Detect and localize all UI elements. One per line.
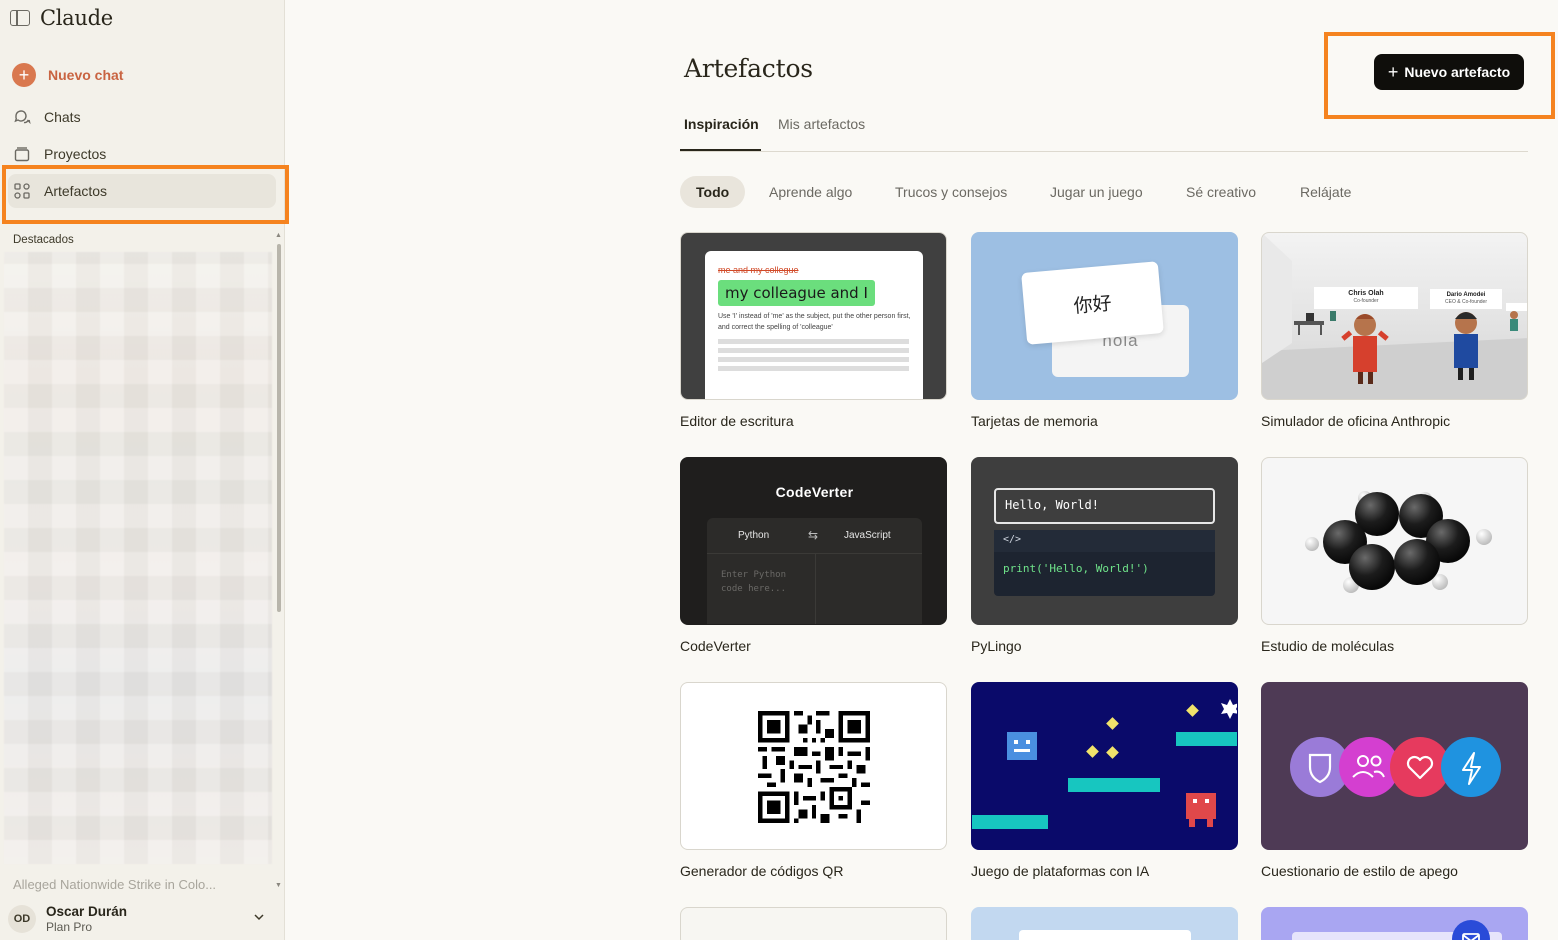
sidebar-toggle-icon[interactable] [10, 10, 30, 26]
filter-learn[interactable]: Aprende algo [753, 176, 868, 208]
artifacts-grid-icon [12, 181, 32, 201]
sidebar-item-label: Chats [44, 109, 81, 125]
target-language: JavaScript [844, 530, 891, 541]
user-menu[interactable]: OD Oscar Durán Plan Pro [0, 898, 284, 940]
source-language: Python [738, 530, 770, 541]
office-sign-2: Dario Amodei [1446, 292, 1486, 298]
correction-note: Use 'I' instead of 'me' as the subject, … [718, 313, 911, 331]
card-pylingo[interactable]: Hello, World! </> print('Hello, World!') [971, 457, 1238, 625]
sidebar-scrollbar[interactable]: ▲ ▼ [275, 232, 283, 892]
new-artifact-button[interactable]: + Nuevo artefacto [1374, 54, 1524, 90]
recent-chat-item[interactable]: Alleged Nationwide Strike in Colo... [13, 877, 253, 892]
qr-code-illustration [758, 711, 870, 823]
molecule-illustration [1305, 491, 1492, 593]
card-label: Cuestionario de estilo de apego [1261, 863, 1458, 879]
filter-all[interactable]: Todo [680, 176, 746, 208]
office-sign-2-sub: CEO & Co-founder [1445, 299, 1487, 305]
tab-inspiration[interactable]: Inspiración [684, 116, 759, 132]
card-partial-3[interactable] [1261, 907, 1528, 940]
card-qr-generator[interactable] [680, 682, 947, 850]
filter-game[interactable]: Jugar un juego [1034, 176, 1159, 208]
strike-text: me and my collegue [718, 265, 799, 275]
card-label: Editor de escritura [680, 413, 794, 429]
mail-icon [1452, 920, 1490, 940]
sidebar-item-artifacts[interactable]: Artefactos [8, 174, 276, 208]
filter-tips[interactable]: Trucos y consejos [879, 176, 1023, 208]
chat-bubbles-icon [12, 107, 32, 127]
card-platform-game[interactable] [971, 682, 1238, 850]
new-chat-label: Nuevo chat [48, 67, 124, 83]
folder-stack-icon [12, 144, 32, 164]
filter-creative[interactable]: Sé creativo [1170, 176, 1272, 208]
scroll-down-icon[interactable]: ▼ [275, 882, 282, 889]
card-partial-2[interactable] [971, 907, 1238, 940]
sidebar-header: Claude [10, 6, 113, 30]
card-label: Juego de plataformas con IA [971, 863, 1150, 879]
card-molecule-studio[interactable] [1261, 457, 1528, 625]
filter-relax[interactable]: Relájate [1284, 176, 1367, 208]
office-scene-illustration [1262, 233, 1527, 399]
blurred-chat-list [4, 252, 272, 864]
page-title: Artefactos [684, 54, 813, 83]
scroll-thumb[interactable] [277, 244, 281, 612]
new-chat-button[interactable]: + Nuevo chat [8, 58, 276, 92]
chevron-down-icon [254, 914, 264, 921]
tab-bar: Inspiración Mis artefactos [680, 108, 1528, 152]
attachment-quiz-illustration [1290, 737, 1501, 797]
brand-logo: Claude [40, 6, 113, 30]
sidebar: Claude + Nuevo chat Chats Proyectos Arte… [0, 0, 285, 940]
card-label: CodeVerter [680, 638, 751, 654]
card-flashcards[interactable]: hola 你好 [971, 232, 1238, 400]
card-label: Generador de códigos QR [680, 863, 844, 879]
section-label-starred: Destacados [13, 234, 74, 246]
new-artifact-label: Nuevo artefacto [1404, 64, 1511, 80]
card-label: Simulador de oficina Anthropic [1261, 413, 1451, 429]
corrected-text: my colleague and I [718, 280, 875, 306]
card-label: Tarjetas de memoria [971, 413, 1098, 429]
sidebar-item-label: Artefactos [44, 183, 108, 199]
codeverter-heading: CodeVerter [775, 484, 854, 500]
card-writing-editor[interactable]: me and my collegue my colleague and I Us… [680, 232, 947, 400]
user-name: Oscar Durán [46, 904, 128, 919]
office-sign-1-sub: Co-founder [1353, 298, 1379, 304]
card-label: Estudio de moléculas [1261, 638, 1395, 654]
code-line: print('Hello, World!') [1003, 562, 1149, 575]
code-input-placeholder: Enter Python code here... [721, 570, 787, 594]
editor-preview: me and my collegue my colleague and I Us… [705, 251, 923, 399]
card-partial-1[interactable] [680, 907, 947, 940]
code-tag: </> [994, 530, 1215, 552]
office-sign-1: Chris Olah [1348, 290, 1384, 297]
user-plan: Plan Pro [46, 920, 93, 934]
sidebar-item-projects[interactable]: Proyectos [8, 137, 276, 171]
sidebar-item-label: Proyectos [44, 146, 107, 162]
card-attachment-quiz[interactable] [1261, 682, 1528, 850]
plus-icon: + [12, 63, 36, 87]
active-tab-indicator [680, 149, 761, 151]
swap-icon: ⇆ [808, 528, 819, 542]
sidebar-item-chats[interactable]: Chats [8, 100, 276, 134]
converter-panel: Python ⇆ JavaScript Enter Python code he… [707, 518, 922, 624]
card-office-simulator[interactable]: Chris Olah Co-founder Dario Amodei CEO &… [1261, 232, 1528, 400]
card-label: PyLingo [971, 638, 1022, 654]
platform-game-illustration [972, 699, 1237, 829]
output-display: Hello, World! [994, 488, 1215, 524]
tab-my-artifacts[interactable]: Mis artefactos [778, 116, 865, 132]
plus-icon: + [1387, 62, 1399, 82]
scroll-up-icon[interactable]: ▲ [275, 232, 282, 239]
card-codeverter[interactable]: CodeVerter Python ⇆ JavaScript Enter Pyt… [680, 457, 947, 625]
avatar: OD [8, 905, 36, 933]
flashcard-front: 你好 [1021, 261, 1164, 345]
